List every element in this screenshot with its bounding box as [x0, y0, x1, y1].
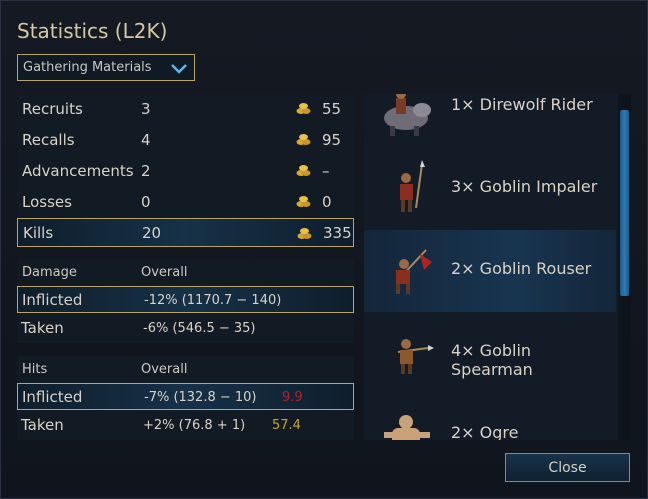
unit-item-ogre[interactable]: 2× Ogre: [364, 394, 616, 440]
row-value: +2% (76.8 + 1): [143, 418, 246, 433]
dropdown-value: Gathering Materials: [23, 60, 152, 75]
stat-gold: 95: [322, 130, 342, 149]
stats-panel: Recruits 3 55 Recalls 4 95 Advancements …: [17, 94, 354, 440]
row-label: Taken: [21, 319, 64, 337]
stat-value: 2: [141, 161, 151, 180]
unit-item-goblin-spearman[interactable]: 4× Goblin Spearman: [364, 312, 616, 394]
damage-taken-row: Taken -6% (546.5 − 35): [17, 315, 354, 342]
damage-header: Damage: [22, 265, 77, 280]
unit-item-goblin-rouser[interactable]: 2× Goblin Rouser: [364, 230, 616, 312]
unit-list-scrollbar[interactable]: [618, 94, 631, 440]
unit-item-goblin-impaler[interactable]: 3× Goblin Impaler: [364, 148, 616, 230]
goblin-rouser-sprite: [396, 249, 432, 294]
dialog-title: Statistics (L2K): [17, 19, 168, 43]
hits-taken-row: Taken +2% (76.8 + 1) 57.4: [17, 412, 354, 439]
stat-row-recalls: Recalls 4 95: [17, 125, 354, 154]
hits-inflicted-row[interactable]: Inflicted -7% (132.8 − 10) 9.9: [17, 383, 354, 410]
hits-inflicted-extra: 9.9: [282, 390, 303, 405]
stat-gold: 0: [322, 192, 332, 211]
unit-list[interactable]: 1× Direwolf Rider 3× Goblin Impaler 2× G…: [364, 94, 631, 440]
stat-name: Recruits: [22, 99, 83, 118]
chevron-down-icon: [171, 63, 187, 74]
hits-col-header: Overall: [141, 362, 188, 377]
row-label: Inflicted: [22, 291, 83, 309]
damage-col-header: Overall: [141, 265, 188, 280]
stat-name: Recalls: [22, 130, 75, 149]
damage-inflicted-row[interactable]: Inflicted -12% (1170.7 − 140): [17, 286, 354, 313]
stat-row-kills[interactable]: Kills 20 335: [17, 218, 354, 247]
unit-label: 3× Goblin Impaler: [451, 177, 598, 196]
stat-name: Kills: [23, 223, 54, 242]
statistics-dialog: Statistics (L2K) Gathering Materials Rec…: [0, 0, 648, 499]
scenario-dropdown[interactable]: Gathering Materials: [17, 54, 195, 81]
unit-label: 1× Direwolf Rider: [451, 95, 593, 114]
stat-row-losses: Losses 0 0: [17, 187, 354, 216]
unit-label: 4× Goblin Spearman: [451, 341, 533, 379]
row-label: Inflicted: [22, 388, 83, 406]
scrollbar-thumb[interactable]: [620, 110, 629, 296]
gold-coins-icon: [296, 196, 311, 207]
unit-label: 2× Ogre: [451, 423, 519, 440]
goblin-impaler-sprite: [400, 160, 425, 212]
stat-gold: 335: [323, 223, 352, 242]
stat-name: Advancements: [22, 161, 134, 180]
gold-coins-icon: [296, 134, 311, 145]
gold-coins-icon: [296, 103, 311, 114]
ogre-sprite: [384, 415, 430, 440]
row-value: -6% (546.5 − 35): [143, 321, 256, 336]
stat-row-advancements: Advancements 2 –: [17, 156, 354, 185]
stat-gold: –: [322, 161, 330, 180]
row-value: -12% (1170.7 − 140): [144, 293, 282, 308]
stat-gold: 55: [322, 99, 342, 118]
close-button[interactable]: Close: [505, 453, 630, 482]
unit-label: 2× Goblin Rouser: [451, 259, 592, 278]
unit-item-direwolf-rider[interactable]: 1× Direwolf Rider: [364, 94, 616, 148]
gold-coins-icon: [296, 165, 311, 176]
row-value: -7% (132.8 − 10): [144, 390, 257, 405]
hits-taken-extra: 57.4: [272, 418, 301, 433]
row-label: Taken: [21, 416, 64, 434]
hits-header: Hits: [22, 362, 48, 377]
goblin-spearman-sprite: [397, 339, 434, 374]
stat-value: 4: [141, 130, 151, 149]
stat-value: 3: [141, 99, 151, 118]
stat-value: 0: [141, 192, 151, 211]
gold-coins-icon: [297, 228, 312, 239]
stat-row-recruits: Recruits 3 55: [17, 94, 354, 123]
stat-value: 20: [142, 223, 162, 242]
stat-name: Losses: [22, 192, 72, 211]
direwolf-rider-sprite: [384, 94, 431, 136]
